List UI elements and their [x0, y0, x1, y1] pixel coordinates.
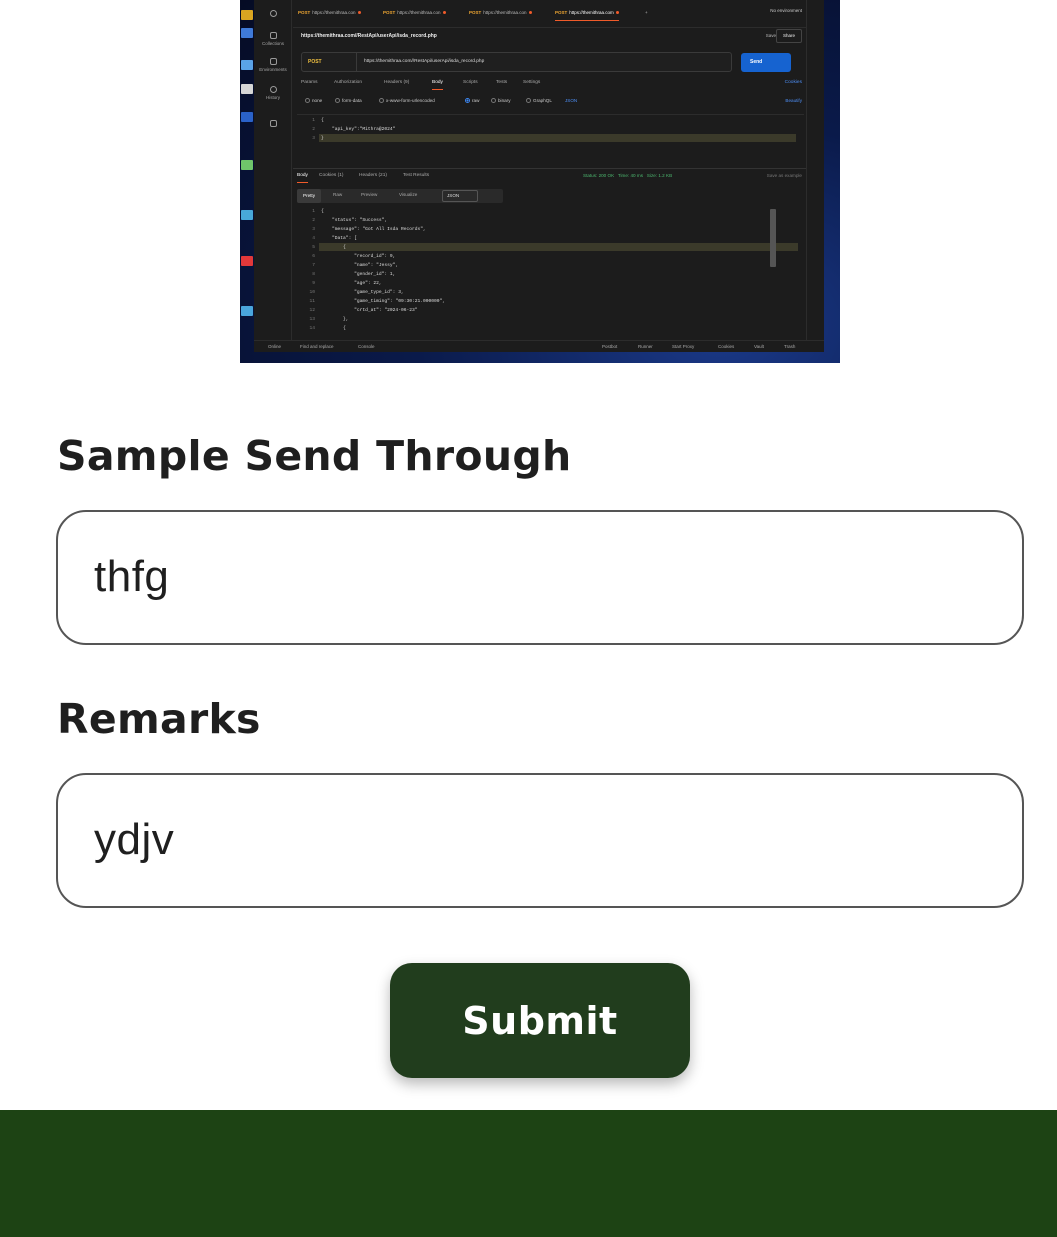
new-tab-icon: +	[645, 10, 648, 15]
postman-sidebar: Collections Environments History	[254, 0, 292, 340]
tab-settings: Settings	[523, 80, 541, 85]
code-line: "message": "Got All Isda Records",	[321, 227, 426, 232]
request-url-bar: POST https://themithraa.com//RestApi/use…	[301, 52, 732, 72]
save-example-label: Save as example	[766, 173, 802, 178]
code-line: }	[321, 136, 324, 141]
remarks-field	[56, 773, 1024, 908]
remarks-label: Remarks	[57, 695, 261, 743]
tab-response-cookies: Cookies (1)	[319, 173, 344, 178]
request-tab: POST https://themithraa.con	[383, 10, 446, 15]
status-postbot: Postbot	[602, 344, 618, 349]
code-line: {	[321, 209, 324, 214]
request-tab: POST https://themithraa.con	[298, 10, 361, 15]
request-tabs-bar: POST https://themithraa.con POST https://t…	[293, 0, 806, 28]
body-type-options: none form-data x-www-form-urlencoded raw…	[305, 98, 806, 108]
code-line: "gender_id": 1,	[321, 272, 396, 277]
code-line: "api_key":"Mithra@2024"	[321, 127, 396, 132]
sample-send-through-input[interactable]	[94, 512, 974, 642]
postman-screenshot-image: Collections Environments History POST htt…	[240, 0, 840, 363]
sample-send-through-field	[56, 510, 1024, 645]
code-line: {	[321, 245, 346, 250]
code-line: "crtd_at": "2024-06-23"	[321, 308, 418, 313]
code-line: "game_type_id": 3,	[321, 290, 404, 295]
request-tab-active: POST https://themithraa.com	[555, 10, 619, 21]
status-console: Console	[358, 344, 375, 349]
body-option-urlencoded: x-www-form-urlencoded	[379, 98, 435, 103]
postman-status-bar: Online Find and replace Console Postbot …	[254, 340, 824, 352]
response-panel: Body Cookies (1) Headers (21) Test Resul…	[293, 168, 806, 340]
body-option-graphql: GraphQL	[526, 98, 552, 103]
status-find-replace: Find and replace	[300, 344, 334, 349]
response-view-tabs: Pretty Raw Preview Visualize JSON	[297, 189, 503, 203]
code-line: "age": 22,	[321, 281, 382, 286]
tab-body: Body	[432, 80, 443, 90]
remarks-input[interactable]	[94, 775, 974, 905]
tab-authorization: Authorization	[334, 80, 362, 85]
environment-selector: No environment	[770, 8, 802, 13]
status-trash: Trash	[784, 344, 796, 349]
status-vault: Vault	[754, 344, 764, 349]
sidebar-item-history: History	[254, 86, 292, 100]
beautify-link: Beautify	[785, 98, 802, 103]
request-section-tabs: Params Authorization Headers (9) Body Sc…	[301, 80, 806, 92]
code-line: {	[321, 118, 324, 123]
body-option-none: none	[305, 98, 322, 103]
sample-send-through-label: Sample Send Through	[57, 432, 572, 480]
body-option-raw: raw	[465, 98, 479, 103]
status-start-proxy: Start Proxy	[672, 344, 695, 349]
request-url: https://themithraa.com//RestApi/userApi/…	[364, 59, 485, 64]
tab-params: Params	[301, 80, 318, 85]
code-line: {	[321, 326, 346, 331]
response-status: Status: 200 OK Time: 40 ms Size: 1.2 KB	[583, 173, 673, 178]
save-label: Save	[765, 33, 776, 38]
tab-tests: Tests	[496, 80, 508, 85]
postman-right-bar	[806, 0, 824, 340]
body-option-binary: binary	[491, 98, 511, 103]
tab-scripts: Scripts	[463, 80, 478, 85]
request-tab: POST https://themithraa.con	[469, 10, 532, 15]
status-runner: Runner	[638, 344, 653, 349]
body-format-json: JSON	[565, 98, 578, 103]
submit-button[interactable]: Submit	[390, 963, 690, 1078]
body-option-form-data: form-data	[335, 98, 362, 103]
send-label: Send	[741, 53, 791, 72]
view-visualize: Visualize	[399, 192, 418, 197]
view-pretty: Pretty	[297, 189, 321, 203]
postman-main: POST https://themithraa.con POST https://t…	[293, 0, 806, 340]
tab-response-headers: Headers (21)	[359, 173, 387, 178]
share-label: Share	[776, 29, 802, 43]
tab-headers: Headers (9)	[384, 80, 410, 85]
cookies-link: Cookies	[784, 80, 802, 85]
tab-response-body: Body	[297, 173, 308, 183]
code-line: "name": "Jessy",	[321, 263, 399, 268]
view-raw: Raw	[333, 192, 343, 197]
status-cookies: Cookies	[718, 344, 735, 349]
status-online: Online	[268, 344, 282, 349]
view-preview: Preview	[361, 192, 378, 197]
code-line: "status": "Success",	[321, 218, 388, 223]
sidebar-item-environments: Environments	[254, 58, 292, 72]
code-line: "record_id": 9,	[321, 254, 396, 259]
grid-icon	[254, 120, 292, 129]
tab-test-results: Test Results	[403, 173, 430, 178]
code-line: "game_timing": "09:30:21.000000",	[321, 299, 446, 304]
request-body-editor: 1 2 3 { "api_key":"Mithra@2024" }	[297, 114, 804, 164]
code-line: "Data": [	[321, 236, 357, 241]
request-title: https://themithraa.com//RestApi/userApi/…	[301, 33, 437, 39]
desktop-icons-strip	[240, 0, 254, 363]
code-line: },	[321, 317, 349, 322]
page-footer	[0, 1110, 1057, 1237]
method-selector: POST	[308, 59, 322, 65]
response-scrollbar	[770, 209, 776, 267]
response-format: JSON	[442, 190, 478, 202]
postman-window: Collections Environments History POST htt…	[254, 0, 824, 352]
sidebar-item-collections: Collections	[254, 32, 292, 46]
user-icon	[254, 10, 292, 19]
response-body: 1 2 3 4 5 6 7 8 9 10 11 12 13 14 { "stat…	[297, 209, 806, 339]
